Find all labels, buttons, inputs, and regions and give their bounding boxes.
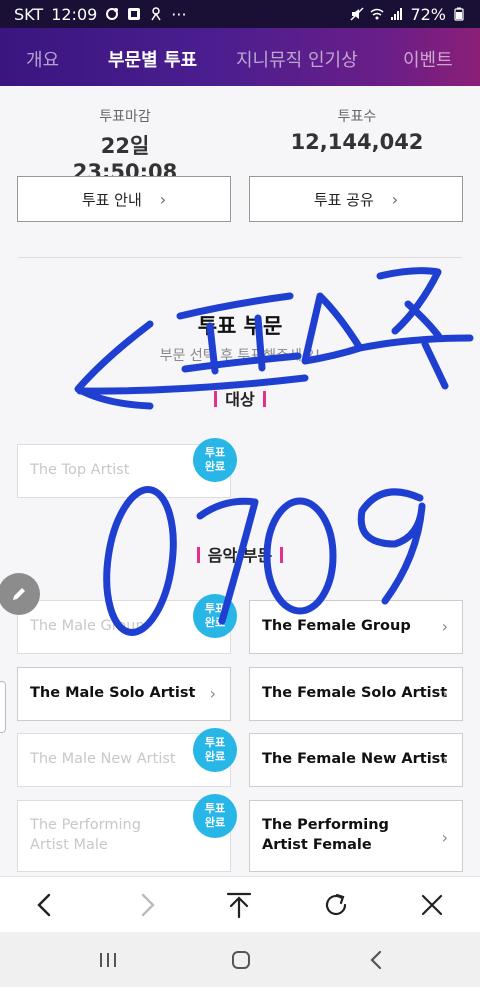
card-label: The Female New Artist xyxy=(262,751,448,768)
reload-button[interactable] xyxy=(320,889,352,921)
tab-category-vote[interactable]: 부문별 투표 xyxy=(108,46,197,72)
chevron-left-icon xyxy=(37,893,51,917)
browser-back-button[interactable] xyxy=(29,889,61,921)
vote-count-label: 투표수 xyxy=(337,109,377,125)
tab-bar: 개요 부문별 투표 지니뮤직 인기상 이벤트 xyxy=(0,28,480,86)
browser-forward-button[interactable] xyxy=(131,889,163,921)
vote-complete-badge: 투표 완료 xyxy=(193,728,237,772)
system-nav-bar xyxy=(0,932,480,987)
chevron-right-icon: › xyxy=(441,828,448,847)
vote-share-button[interactable]: 투표 공유 › xyxy=(249,176,463,222)
category-music-text: 음악 부문 xyxy=(207,546,273,565)
notification-icon xyxy=(128,8,141,20)
main-content: 투표마감 22일 23:50:08 투표수 12,144,042 투표 안내 ›… xyxy=(0,86,480,876)
vote-complete-badge: 투표 완료 xyxy=(193,594,237,638)
home-icon xyxy=(232,951,250,969)
nav-back-button[interactable] xyxy=(361,946,391,974)
tab-genie-popularity[interactable]: 지니뮤직 인기상 xyxy=(236,46,358,72)
chevron-right-icon: › xyxy=(441,684,448,704)
vote-share-label: 투표 공유 xyxy=(313,190,374,209)
card-male-solo[interactable]: The Male Solo Artist › xyxy=(17,667,231,721)
edit-fab-button[interactable] xyxy=(0,573,40,615)
card-label-line2: Artist Male xyxy=(30,837,108,853)
browser-toolbar xyxy=(0,876,480,932)
card-label-line2: Artist Female xyxy=(262,837,372,853)
card-female-solo[interactable]: The Female Solo Artist › xyxy=(249,667,463,721)
vote-complete-badge: 투표 완료 xyxy=(193,438,237,482)
vote-count-value: 12,144,042 xyxy=(290,130,424,154)
card-female-new[interactable]: The Female New Artist › xyxy=(249,733,463,787)
wifi-icon xyxy=(370,8,384,20)
card-label: The Female Solo Artist xyxy=(262,685,448,702)
side-panel-handle[interactable] xyxy=(0,681,6,733)
badge-text: 투표 완료 xyxy=(204,446,226,473)
carrier-label: SKT xyxy=(14,4,44,24)
recent-apps-button[interactable] xyxy=(93,946,123,974)
card-label-line1: The Performing xyxy=(30,817,141,834)
category-grand-label: 대상 xyxy=(0,386,480,410)
badge-text: 투표 완료 xyxy=(204,602,226,629)
vote-guide-button[interactable]: 투표 안내 › xyxy=(17,176,231,222)
pencil-icon xyxy=(13,588,25,600)
chevron-right-icon: › xyxy=(209,684,216,704)
card-female-group[interactable]: The Female Group › xyxy=(249,600,463,654)
card-label: The Male New Artist xyxy=(30,751,176,768)
divider xyxy=(18,257,462,258)
close-icon xyxy=(421,894,443,916)
category-grand-text: 대상 xyxy=(225,390,255,409)
nav-back-icon xyxy=(370,950,382,970)
card-label: The Male Group xyxy=(30,618,145,635)
card-label: The Top Artist xyxy=(30,462,130,479)
card-label: The Female Group xyxy=(262,618,411,635)
card-performing-female[interactable]: The Performing Artist Female › xyxy=(249,800,463,872)
chevron-right-icon: › xyxy=(391,189,399,209)
section-subtitle: 부문 선택 후 투표해주세요! xyxy=(159,348,321,364)
deadline-stat: 투표마감 22일 23:50:08 xyxy=(55,106,195,184)
notification-icon xyxy=(151,7,161,21)
more-notifications: ··· xyxy=(171,4,187,24)
card-label: The Male Solo Artist xyxy=(30,685,196,702)
recent-apps-icon xyxy=(100,953,116,967)
status-bar: SKT 12:09 ··· 72% xyxy=(0,0,480,28)
battery-percent: 72% xyxy=(410,4,446,24)
chevron-right-icon xyxy=(141,893,155,917)
reload-icon xyxy=(325,893,347,916)
vote-guide-label: 투표 안내 xyxy=(81,190,142,209)
badge-text: 투표 완료 xyxy=(204,736,226,763)
battery-icon xyxy=(454,7,464,21)
tab-overview[interactable]: 개요 xyxy=(26,46,59,72)
vote-complete-badge: 투표 완료 xyxy=(193,794,237,838)
arrow-up-icon xyxy=(226,892,252,918)
mute-icon xyxy=(350,7,364,21)
chevron-right-icon: › xyxy=(441,617,448,637)
close-button[interactable] xyxy=(416,889,448,921)
deadline-label: 투표마감 xyxy=(99,109,151,125)
signal-icon xyxy=(391,8,403,20)
scroll-top-button[interactable] xyxy=(223,889,255,921)
card-label-line1: The Performing xyxy=(262,817,389,834)
home-button[interactable] xyxy=(226,946,256,974)
section-title: 투표 부문 xyxy=(197,314,283,338)
chevron-right-icon: › xyxy=(441,750,448,770)
clock: 12:09 xyxy=(51,4,98,24)
category-music-label: 음악 부문 xyxy=(0,542,480,566)
tab-event[interactable]: 이벤트 xyxy=(403,46,453,72)
badge-text: 투표 완료 xyxy=(204,802,226,829)
notification-icon xyxy=(106,8,119,20)
chevron-right-icon: › xyxy=(159,189,167,209)
vote-count-stat: 투표수 12,144,042 xyxy=(290,106,424,154)
